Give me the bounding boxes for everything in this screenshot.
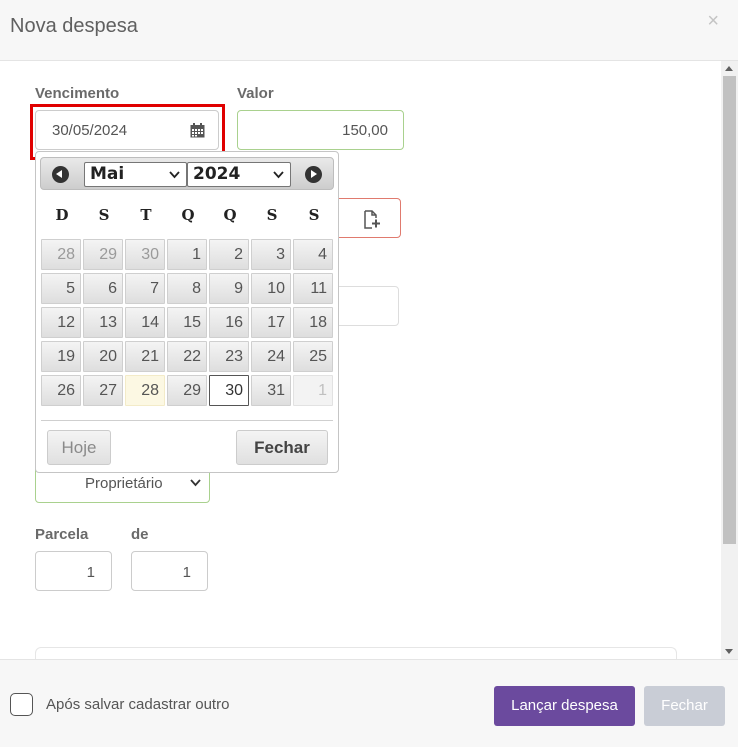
calendar-day[interactable]: 10 [251,273,291,304]
calendar-day[interactable]: 5 [41,273,81,304]
calendar-day[interactable]: 26 [41,375,81,406]
valor-value: 150,00 [342,122,388,139]
modal-header: Nova despesa × [0,0,738,61]
tipo-value: Proprietário [85,475,163,492]
weekday-label: T [140,206,152,224]
modal-footer: Após salvar cadastrar outro Lançar despe… [0,659,738,747]
prev-month-icon[interactable] [52,166,69,183]
chevron-down-icon [273,171,284,179]
datepicker-close-button[interactable]: Fechar [236,430,328,465]
calendar-day[interactable]: 6 [83,273,123,304]
calendar-day[interactable]: 8 [167,273,207,304]
calendar-day[interactable]: 27 [83,375,123,406]
bottom-card [35,647,677,659]
calendar-day[interactable]: 20 [83,341,123,372]
calendar-day[interactable]: 11 [293,273,333,304]
calendar-day[interactable]: 29 [167,375,207,406]
calendar-day[interactable]: 23 [209,341,249,372]
calendar-day[interactable]: 19 [41,341,81,372]
month-value: Mai [90,164,125,184]
close-button[interactable]: Fechar [644,686,725,726]
calendar-day[interactable]: 4 [293,239,333,270]
calendar-day[interactable]: 16 [209,307,249,338]
valor-field[interactable]: 150,00 [237,110,404,150]
calendar-day[interactable]: 28 [41,239,81,270]
calendar-day-selected[interactable]: 30 [209,375,249,406]
save-another-label: Após salvar cadastrar outro [46,696,230,713]
calendar-day-today[interactable]: 28 [125,375,165,406]
valor-label: Valor [237,85,274,102]
calendar-day[interactable]: 9 [209,273,249,304]
calendar-day[interactable]: 31 [251,375,291,406]
calendar-day[interactable]: 7 [125,273,165,304]
calendar-day[interactable]: 12 [41,307,81,338]
save-another-checkbox[interactable] [10,693,33,716]
weekday-label: D [55,206,69,224]
calendar-day[interactable]: 3 [251,239,291,270]
next-month-icon[interactable] [305,166,322,183]
calendar-day[interactable]: 13 [83,307,123,338]
weekday-label: S [266,206,278,224]
close-icon[interactable]: × [707,10,719,33]
year-value: 2024 [193,164,241,184]
file-add-icon[interactable] [364,210,381,229]
chevron-down-icon [169,171,180,179]
weekday-label: Q [223,206,237,224]
de-field[interactable]: 1 [131,551,208,591]
calendar-day[interactable]: 30 [125,239,165,270]
datepicker: Mai 2024 D S T Q Q S S 28 29 30 1 2 3 4 … [35,151,339,473]
modal-title: Nova despesa [10,15,138,37]
calendar-day[interactable]: 1 [167,239,207,270]
calendar-day[interactable]: 22 [167,341,207,372]
scroll-down-icon[interactable] [725,649,733,654]
calendar-day[interactable]: 29 [83,239,123,270]
scroll-thumb[interactable] [723,76,736,544]
datepicker-divider [41,420,333,421]
weekday-label: Q [181,206,195,224]
calendar-day[interactable]: 25 [293,341,333,372]
de-value: 1 [182,564,191,581]
weekday-label: S [98,206,110,224]
calendar-day[interactable]: 24 [251,341,291,372]
today-button[interactable]: Hoje [47,430,111,465]
parcela-value: 1 [86,564,95,581]
calendar-day[interactable]: 14 [125,307,165,338]
year-select[interactable]: 2024 [187,162,291,187]
month-select[interactable]: Mai [84,162,187,187]
submit-button[interactable]: Lançar despesa [494,686,635,726]
calendar-day[interactable]: 17 [251,307,291,338]
calendar-day[interactable]: 1 [293,375,333,406]
calendar-day[interactable]: 2 [209,239,249,270]
calendar-day[interactable]: 21 [125,341,165,372]
chevron-down-icon [190,479,201,487]
scroll-up-icon[interactable] [725,66,733,71]
parcela-label: Parcela [35,526,89,543]
weekday-label: S [308,206,320,224]
calendar-day[interactable]: 18 [293,307,333,338]
calendar-day[interactable]: 15 [167,307,207,338]
de-label: de [131,526,149,543]
vencimento-label: Vencimento [35,85,120,102]
scrollbar[interactable] [721,61,738,659]
parcela-field[interactable]: 1 [35,551,112,591]
datepicker-header: Mai 2024 [40,157,334,190]
